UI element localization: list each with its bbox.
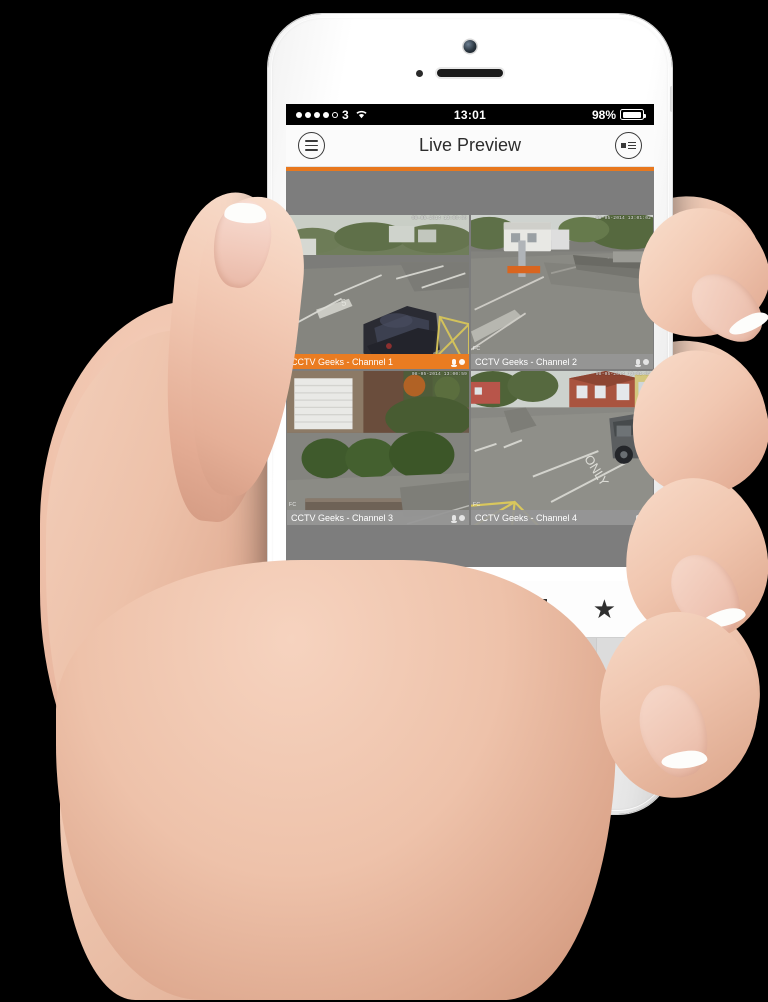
hamburger-menu-button[interactable] [298, 132, 325, 159]
grid-4-icon [325, 598, 346, 620]
playlist-icon [621, 142, 636, 149]
tile-label-bar[interactable]: CCTV Geeks - Channel 3 [287, 510, 469, 525]
mic-icon[interactable] [451, 358, 457, 367]
tile-timestamp: 08-05-2014 13:01:02 [595, 372, 651, 377]
record-dot-icon[interactable] [459, 514, 465, 521]
grid-9-icon [391, 598, 414, 620]
video-tile-channel-2[interactable]: 08-05-2014 13:01:02 FC CCTV Geeks - Chan… [471, 215, 653, 369]
mic-icon[interactable] [635, 358, 641, 367]
thumb-nail [206, 195, 278, 293]
record-dot-icon[interactable] [643, 358, 649, 365]
toolbar-overflow-chevron[interactable]: › [582, 638, 596, 683]
snapshot-button[interactable] [294, 639, 334, 683]
tile-status-icons [635, 358, 649, 367]
smartphone-body: 3 13:01 98% Live Preview 5 08-05-2014 13… [268, 14, 672, 814]
video-preview-area: 5 08-05-2014 13:00:59 FC CCTV Geeks - Ch… [286, 171, 654, 567]
status-right: 98% [591, 107, 646, 122]
camera-feed-3 [287, 371, 469, 525]
monitor-picture-icon [481, 651, 503, 671]
camera-feed-1: 5 [287, 215, 469, 369]
alarm-button[interactable] [532, 639, 572, 683]
tile-watermark: FC [473, 346, 481, 352]
palm-left-shape [46, 330, 296, 850]
status-bar: 3 13:01 98% [286, 104, 654, 125]
camera-feed-2 [471, 215, 653, 369]
battery-icon [620, 109, 646, 120]
tile-label-bar[interactable]: CCTV Geeks - Channel 4 [471, 510, 653, 525]
ring-finger-nail [657, 542, 755, 648]
bottom-toolbar: › [286, 637, 654, 683]
playback-button[interactable] [352, 639, 392, 683]
camera-feed-4: ONLY [471, 371, 653, 525]
video-tile-channel-4[interactable]: ONLY 08-05-2014 13:01:02 FC CCTV Geeks -… [471, 371, 653, 525]
front-camera-icon [463, 40, 477, 53]
tile-watermark: FC [289, 346, 297, 352]
camera-icon [302, 652, 325, 670]
channel-name: CCTV Geeks - Channel 2 [475, 356, 578, 367]
tile-timestamp: 08-05-2014 13:01:02 [595, 216, 651, 221]
tile-status-icons [451, 358, 465, 367]
screenshot-stage: 3 13:01 98% Live Preview 5 08-05-2014 13… [0, 0, 768, 1002]
channel-name: CCTV Geeks - Channel 1 [291, 356, 394, 367]
record-dot-icon[interactable] [643, 514, 649, 521]
grid-16-icon [458, 597, 482, 621]
playlist-view-button[interactable] [615, 132, 642, 159]
history-rewind-icon [361, 651, 382, 670]
proximity-sensor-icon [416, 70, 423, 77]
tile-watermark: FC [473, 502, 481, 508]
layout-selector-bar: ✕ ★ [286, 581, 654, 637]
toolbar-segment-left [286, 638, 342, 683]
index-finger-nail [679, 261, 768, 355]
channel-name: CCTV Geeks - Channel 3 [291, 512, 394, 523]
hamburger-icon [305, 140, 318, 151]
navigation-bar: Live Preview [286, 125, 654, 167]
mic-icon[interactable] [635, 514, 641, 523]
tile-status-icons [635, 514, 649, 523]
tile-label-bar[interactable]: CCTV Geeks - Channel 2 [471, 354, 653, 369]
favourites-button[interactable]: ★ [587, 592, 621, 626]
phone-screen: 3 13:01 98% Live Preview 5 08-05-2014 13… [286, 104, 654, 708]
layout-2x2-button[interactable] [319, 592, 353, 626]
layout-3x3-button[interactable] [386, 592, 420, 626]
close-all-channels-button[interactable]: ✕ [520, 592, 559, 630]
close-badge-icon: ✕ [545, 617, 559, 630]
video-tile-channel-1[interactable]: 5 08-05-2014 13:00:59 FC CCTV Geeks - Ch… [287, 215, 469, 369]
page-title: Live Preview [418, 135, 522, 155]
video-camera-icon [613, 654, 638, 667]
page-indicator[interactable] [286, 567, 654, 581]
tile-label-bar[interactable]: CCTV Geeks - Channel 1 [287, 354, 469, 369]
page-pip-1[interactable] [461, 571, 479, 577]
toolbar-segment-middle [342, 638, 582, 683]
record-video-button[interactable] [606, 639, 646, 683]
tile-status-icons [451, 514, 465, 523]
image-settings-button[interactable] [472, 639, 512, 683]
ptz-control-button[interactable] [412, 639, 452, 683]
tile-watermark: FC [289, 502, 297, 508]
channel-name: CCTV Geeks - Channel 4 [475, 512, 578, 523]
mic-icon[interactable] [451, 514, 457, 523]
video-tile-channel-3[interactable]: 08-05-2014 13:00:59 FC CCTV Geeks - Chan… [287, 371, 469, 525]
home-button-square-icon [461, 758, 480, 777]
power-button[interactable] [670, 86, 672, 112]
grid-close-icon [526, 598, 548, 620]
video-grid: 5 08-05-2014 13:00:59 FC CCTV Geeks - Ch… [286, 215, 654, 525]
tile-timestamp: 08-05-2014 13:00:59 [411, 216, 467, 221]
record-dot-icon[interactable] [459, 358, 465, 365]
star-icon: ★ [592, 594, 616, 624]
home-button[interactable] [443, 740, 497, 794]
toolbar-segment-right [596, 638, 654, 683]
battery-percent-label: 98% [591, 107, 616, 122]
earpiece-speaker [437, 69, 503, 77]
tile-timestamp: 08-05-2014 13:00:59 [411, 372, 467, 377]
four-way-arrows-icon [421, 650, 443, 671]
layout-4x4-button[interactable] [453, 592, 487, 626]
warning-triangle-icon [540, 650, 564, 671]
video-area-top-padding [286, 171, 654, 215]
